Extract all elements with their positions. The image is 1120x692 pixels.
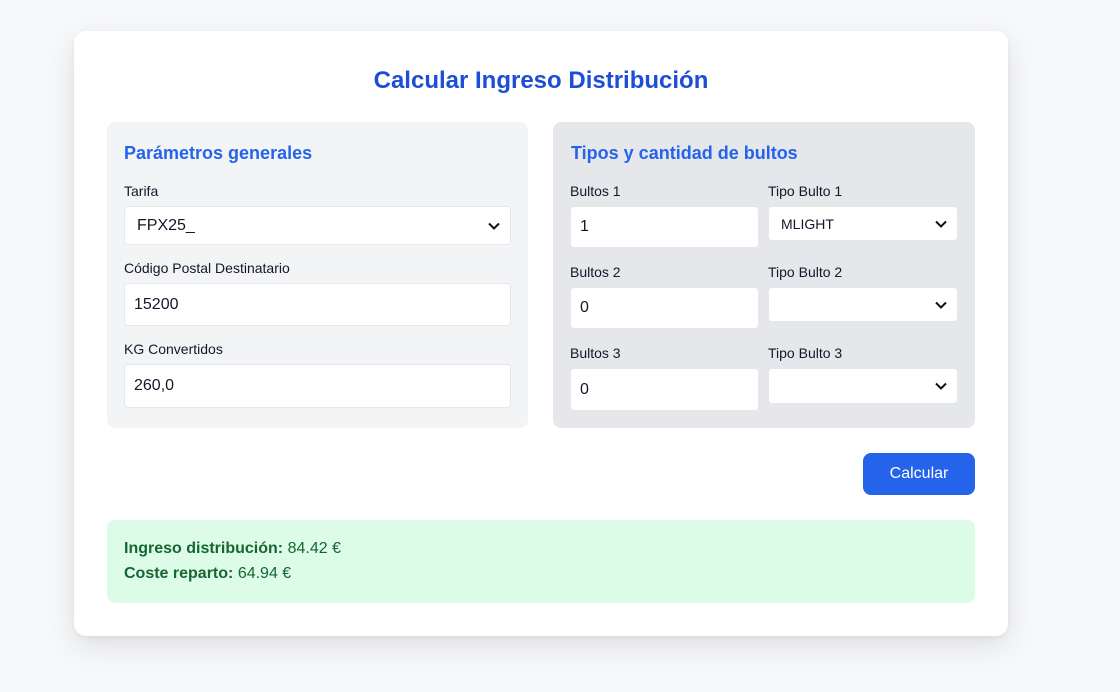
tipo-bulto-1-label: Tipo Bulto 1 bbox=[768, 183, 843, 199]
tipo-bulto-1-select[interactable]: MLIGHT bbox=[768, 206, 958, 241]
tipo-bulto-2-select[interactable] bbox=[768, 287, 958, 322]
tipo-bulto-3-select[interactable] bbox=[768, 368, 958, 404]
tarifa-label: Tarifa bbox=[124, 183, 159, 199]
chevron-down-icon bbox=[935, 220, 947, 228]
ingreso-distribucion-row: Ingreso distribución: 84.42 € bbox=[124, 540, 341, 558]
kg-convertidos-label: KG Convertidos bbox=[124, 341, 223, 357]
bultos-2-input[interactable] bbox=[570, 287, 759, 329]
tarifa-select[interactable]: FPX25_ bbox=[124, 206, 511, 245]
bultos-3-input[interactable] bbox=[570, 368, 759, 411]
general-parameters-panel: Parámetros generales Tarifa FPX25_ Códig… bbox=[107, 122, 528, 428]
bultos-1-input[interactable] bbox=[570, 206, 759, 248]
calcular-button[interactable]: Calcular bbox=[863, 453, 975, 495]
ingreso-distribucion-label: Ingreso distribución: bbox=[124, 540, 284, 557]
codigo-postal-input[interactable] bbox=[124, 283, 511, 326]
bultos-3-label: Bultos 3 bbox=[570, 345, 621, 361]
general-parameters-title: Parámetros generales bbox=[124, 143, 313, 163]
chevron-down-icon bbox=[488, 222, 500, 230]
tipo-bulto-1-selected-value: MLIGHT bbox=[781, 215, 834, 232]
bultos-2-label: Bultos 2 bbox=[570, 264, 621, 280]
bultos-1-label: Bultos 1 bbox=[570, 183, 621, 199]
chevron-down-icon bbox=[935, 301, 947, 309]
codigo-postal-label: Código Postal Destinatario bbox=[124, 260, 290, 276]
kg-convertidos-input[interactable] bbox=[124, 364, 511, 408]
coste-reparto-row: Coste reparto: 64.94 € bbox=[124, 565, 291, 583]
calculator-card: Calcular Ingreso Distribución Parámetros… bbox=[74, 31, 1008, 636]
bultos-panel: Tipos y cantidad de bultos Bultos 1 Tipo… bbox=[553, 122, 975, 428]
bultos-title: Tipos y cantidad de bultos bbox=[571, 143, 798, 163]
coste-reparto-value: 64.94 € bbox=[237, 565, 292, 582]
tipo-bulto-2-label: Tipo Bulto 2 bbox=[768, 264, 843, 280]
tipo-bulto-3-label: Tipo Bulto 3 bbox=[768, 345, 843, 361]
tarifa-selected-value: FPX25_ bbox=[137, 216, 195, 234]
chevron-down-icon bbox=[935, 382, 947, 390]
coste-reparto-label: Coste reparto: bbox=[124, 565, 234, 582]
ingreso-distribucion-value: 84.42 € bbox=[287, 540, 341, 557]
result-box: Ingreso distribución: 84.42 € Coste repa… bbox=[107, 520, 975, 603]
page-title: Calcular Ingreso Distribución bbox=[373, 67, 709, 94]
